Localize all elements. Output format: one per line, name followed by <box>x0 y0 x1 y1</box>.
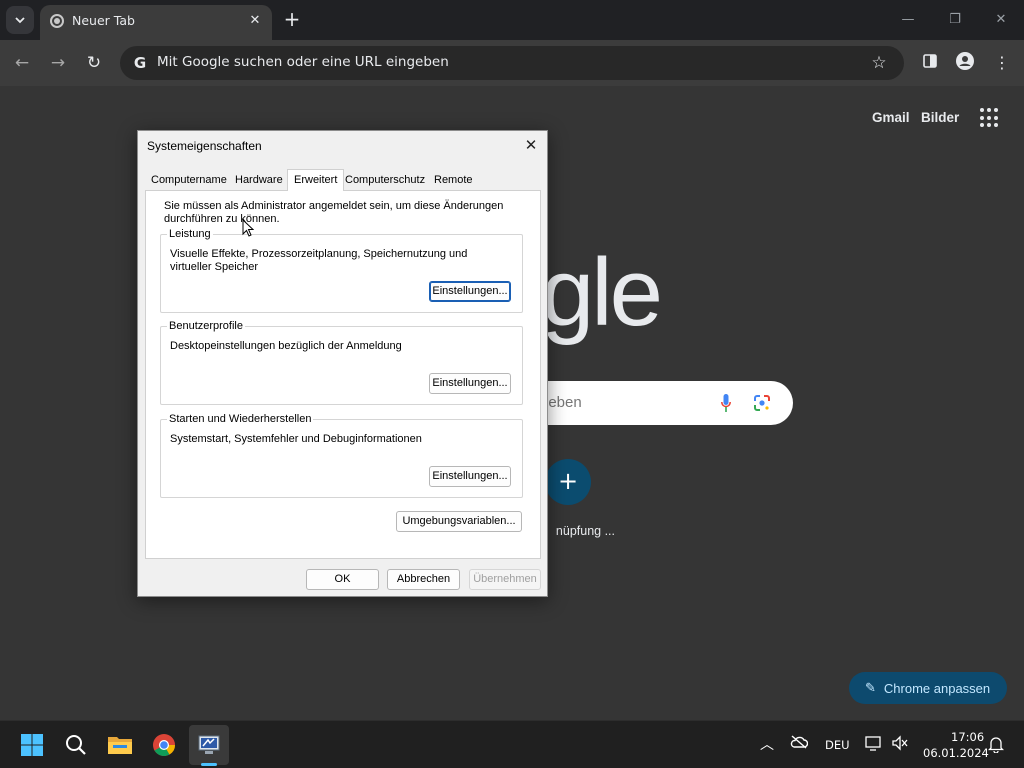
performance-settings-button[interactable]: Einstellungen... <box>429 281 511 302</box>
kebab-menu-icon[interactable]: ⋮ <box>990 51 1014 75</box>
clock-time[interactable]: 17:06 <box>951 730 984 744</box>
address-bar-text: Mit Google suchen oder eine URL eingeben <box>157 54 449 70</box>
group-user-profiles: Benutzerprofile Desktopeinstellungen bez… <box>160 320 523 405</box>
advanced-tab-panel: Sie müssen als Administrator angemeldet … <box>145 190 541 559</box>
group-performance: Leistung Visuelle Effekte, Prozessorzeit… <box>160 228 523 313</box>
environment-variables-button[interactable]: Umgebungsvariablen... <box>396 511 522 532</box>
clock-date[interactable]: 06.01.2024 <box>923 746 989 760</box>
address-bar[interactable]: G Mit Google suchen oder eine URL eingeb… <box>120 46 904 80</box>
file-explorer-button[interactable] <box>100 725 140 765</box>
taskbar-search-button[interactable] <box>56 725 96 765</box>
search-icon <box>66 735 86 755</box>
onedrive-cloud-icon[interactable] <box>789 735 809 755</box>
dialog-close-icon[interactable]: ✕ <box>518 135 544 157</box>
folder-icon <box>108 737 132 754</box>
back-arrow-icon[interactable]: ← <box>10 51 34 75</box>
tab-strip: Neuer Tab ✕ + — ❐ ✕ <box>0 0 1024 40</box>
mouse-cursor-icon <box>242 219 254 237</box>
ok-button[interactable]: OK <box>306 569 379 590</box>
cancel-button[interactable]: Abbrechen <box>387 569 460 590</box>
chrome-favicon-icon <box>50 14 64 28</box>
tab-remote[interactable]: Remote <box>428 172 479 191</box>
admin-note: Sie müssen als Administrator angemeldet … <box>164 200 504 225</box>
group-startup-recovery: Starten und Wiederherstellen Systemstart… <box>160 413 523 498</box>
system-properties-icon <box>198 735 220 754</box>
chrome-taskbar-button[interactable] <box>144 725 184 765</box>
start-button[interactable] <box>12 725 52 765</box>
windows-taskbar: ︿ DEU 17:06 06.01.2024 <box>0 720 1024 768</box>
browser-toolbar: ← → ↻ G Mit Google suchen oder eine URL … <box>0 40 1024 86</box>
volume-muted-icon[interactable] <box>890 735 910 755</box>
bookmark-star-icon[interactable]: ☆ <box>868 52 890 74</box>
tab-erweitert[interactable]: Erweitert <box>287 169 345 191</box>
add-shortcut-button[interactable]: + <box>545 459 591 505</box>
google-g-icon: G <box>133 54 147 72</box>
gmail-link[interactable]: Gmail <box>872 110 910 125</box>
system-properties-taskbar-button[interactable] <box>189 725 229 765</box>
group-startup-recovery-desc: Systemstart, Systemfehler und Debuginfor… <box>170 433 422 445</box>
dialog-title: Systemeigenschaften <box>147 139 262 153</box>
google-apps-icon[interactable] <box>980 108 1000 128</box>
windows-logo-icon <box>21 734 43 756</box>
network-icon[interactable] <box>864 735 884 755</box>
pencil-icon: ✎ <box>865 680 876 695</box>
chrome-icon <box>153 734 175 756</box>
profile-avatar-icon[interactable] <box>953 51 977 75</box>
minimize-icon[interactable]: — <box>898 10 918 30</box>
tab-new-tab[interactable]: Neuer Tab ✕ <box>40 5 272 40</box>
google-lens-icon[interactable] <box>754 395 770 411</box>
images-link[interactable]: Bilder <box>921 110 959 125</box>
group-performance-title: Leistung <box>167 228 213 241</box>
tab-search-button[interactable] <box>6 6 34 34</box>
microphone-icon[interactable] <box>721 394 731 412</box>
tab-computerschutz[interactable]: Computerschutz <box>339 172 431 191</box>
system-properties-dialog: Systemeigenschaften ✕ Computername Hardw… <box>137 130 548 597</box>
tray-overflow-chevron-icon[interactable]: ︿ <box>757 735 777 755</box>
input-language[interactable]: DEU <box>825 738 850 752</box>
group-performance-desc: Visuelle Effekte, Prozessorzeitplanung, … <box>170 248 468 273</box>
customize-chrome-button[interactable]: ✎ Chrome anpassen <box>849 672 1007 704</box>
active-app-indicator <box>201 763 217 766</box>
restore-icon[interactable]: ❐ <box>945 10 965 30</box>
tab-computername[interactable]: Computername <box>145 172 233 191</box>
chevron-down-icon <box>15 17 25 24</box>
tab-hardware[interactable]: Hardware <box>229 172 289 191</box>
group-user-profiles-title: Benutzerprofile <box>167 320 245 333</box>
startup-recovery-settings-button[interactable]: Einstellungen... <box>429 466 511 487</box>
new-tab-button[interactable]: + <box>280 8 304 32</box>
reload-icon[interactable]: ↻ <box>82 51 106 75</box>
customize-chrome-label: Chrome anpassen <box>883 680 991 696</box>
tab-title: Neuer Tab <box>72 13 135 28</box>
tab-close-icon[interactable]: ✕ <box>246 12 264 30</box>
group-user-profiles-desc: Desktopeinstellungen bezüglich der Anmel… <box>170 340 402 352</box>
forward-arrow-icon[interactable]: → <box>46 51 70 75</box>
notification-bell-icon[interactable] <box>986 735 1006 755</box>
apply-button[interactable]: Übernehmen <box>469 569 541 590</box>
window-close-icon[interactable]: ✕ <box>991 10 1011 30</box>
side-panel-icon[interactable] <box>918 51 942 75</box>
user-profiles-settings-button[interactable]: Einstellungen... <box>429 373 511 394</box>
group-startup-recovery-title: Starten und Wiederherstellen <box>167 413 314 426</box>
